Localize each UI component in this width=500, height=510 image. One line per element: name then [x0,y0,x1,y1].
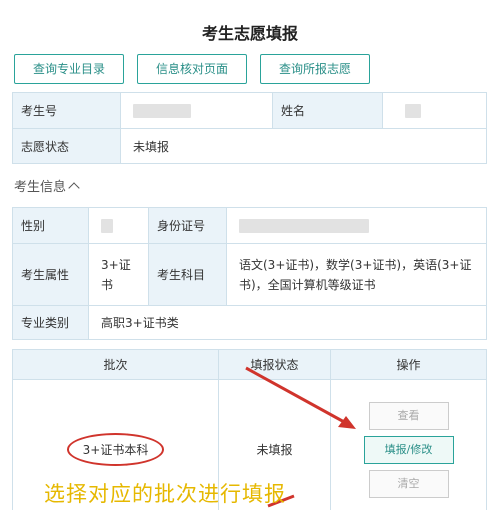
status-label: 志愿状态 [12,128,121,164]
attr-value: 3+证书 [88,243,149,306]
section-title: 考生信息 [14,180,67,195]
id-label: 身份证号 [148,207,227,244]
gender-value [88,207,149,244]
query-submitted-choices-button[interactable]: 查询所报志愿 [260,54,370,84]
category-value: 高职3+证书类 [88,305,487,340]
chevron-up-icon [68,182,80,194]
info-check-page-button[interactable]: 信息核对页面 [137,54,247,84]
operation-header: 操作 [330,349,487,380]
redacted-block [239,218,369,233]
redacted-block [133,103,191,118]
gender-label: 性别 [12,207,89,244]
toolbar: 查询专业目录 信息核对页面 查询所报志愿 [14,54,486,84]
name-value [382,92,487,129]
fill-modify-button[interactable]: 填报/修改 [363,435,454,464]
view-button[interactable]: 查看 [368,401,449,430]
exam-no-value [120,92,273,129]
batch-name: 3+证书本科 [82,443,149,457]
attr-label: 考生属性 [12,243,89,306]
clear-button[interactable]: 清空 [368,469,449,498]
overlay-caption: 选择对应的批次进行填报 [44,482,286,506]
student-info-toggle[interactable]: 考生信息 [14,176,80,195]
subjects-value: 语文(3+证书)，数学(3+证书)，英语(3+证书)，全国计算机等级证书 [226,243,487,306]
annotation-circle: 3+证书本科 [66,433,165,466]
page-title: 考生志愿填报 [201,24,298,43]
name-label: 姓名 [272,92,383,129]
status-value: 未填报 [120,128,487,164]
student-status-table: 考生号 姓名 志愿状态 未填报 [12,92,487,164]
exam-no-label: 考生号 [12,92,121,129]
subjects-label: 考生科目 [148,243,227,306]
student-info-table: 性别 身份证号 考生属性 3+证书 考生科目 语文(3+证书)，数学(3+证书)… [12,207,487,340]
query-major-catalog-button[interactable]: 查询专业目录 [14,54,124,84]
category-label: 专业类别 [12,305,89,340]
redacted-block [101,218,113,233]
batch-header: 批次 [12,349,219,380]
redacted-block [405,103,421,118]
operation-cell: 查看 填报/修改 清空 [330,379,487,510]
fill-status-header: 填报状态 [218,349,331,380]
id-value [226,207,487,244]
